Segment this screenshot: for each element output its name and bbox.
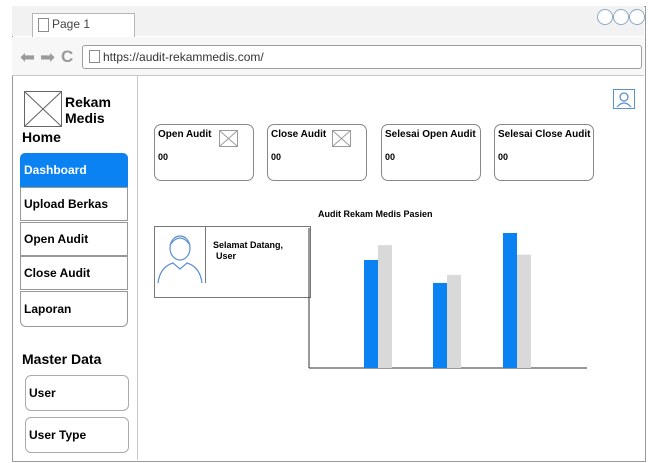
sidebar-item-label: User Type xyxy=(29,428,87,442)
card-close-audit[interactable]: Close Audit 00 xyxy=(267,124,367,181)
bar-series-2-group-1 xyxy=(378,245,392,368)
minimize-window-button[interactable] xyxy=(597,9,613,25)
sidebar-item-close-audit[interactable]: Close Audit xyxy=(20,256,128,290)
welcome-line-2: User xyxy=(216,251,237,261)
card-title: Selesai Close Audit xyxy=(498,129,591,140)
sidebar-item-open-audit[interactable]: Open Audit xyxy=(20,222,128,256)
sidebar-divider xyxy=(137,76,138,460)
bar-chart xyxy=(308,228,587,369)
close-window-button[interactable] xyxy=(629,9,645,25)
card-value: 00 xyxy=(271,152,282,162)
bar-series-2-group-2 xyxy=(447,274,461,368)
sidebar-item-user-type[interactable]: User Type xyxy=(25,417,129,453)
card-value: 00 xyxy=(498,152,509,162)
bar-series-1-group-1 xyxy=(364,260,378,368)
sidebar-item-label: User xyxy=(29,386,56,400)
sidebar-item-label: Dashboard xyxy=(24,163,87,177)
user-avatar-icon xyxy=(157,235,203,284)
card-value: 00 xyxy=(385,152,396,162)
sidebar-item-label: Close Audit xyxy=(24,266,91,280)
home-heading: Home xyxy=(22,129,61,145)
bar-series-1-group-2 xyxy=(433,282,447,368)
sidebar-item-label: Laporan xyxy=(24,302,72,316)
sidebar-item-dashboard[interactable]: Dashboard xyxy=(20,153,128,187)
sidebar-item-label: Upload Berkas xyxy=(24,197,109,211)
image-placeholder-icon xyxy=(219,130,238,147)
sidebar-item-user[interactable]: User xyxy=(25,375,129,411)
welcome-text: Selamat Datang, User xyxy=(213,240,283,262)
page-icon xyxy=(89,50,100,63)
refresh-icon[interactable]: C xyxy=(61,48,73,66)
card-selesai-close-audit[interactable]: Selesai Close Audit 00 xyxy=(494,124,594,181)
card-title: Open Audit xyxy=(158,129,212,140)
card-value: 00 xyxy=(158,152,169,162)
sidebar-item-upload-berkas[interactable]: Upload Berkas xyxy=(20,187,128,221)
avatar xyxy=(155,227,206,284)
welcome-line-1: Selamat Datang, xyxy=(213,240,284,250)
user-profile-icon[interactable] xyxy=(613,89,635,109)
logo-text: Rekam Medis xyxy=(65,94,111,126)
back-arrow-icon[interactable]: ⬅ xyxy=(20,48,35,66)
bar-series-2-group-3 xyxy=(517,254,531,368)
forward-arrow-icon[interactable]: ➡ xyxy=(40,48,55,66)
page-icon xyxy=(38,18,49,32)
card-selesai-open-audit[interactable]: Selesai Open Audit 00 xyxy=(381,124,481,181)
image-placeholder-icon xyxy=(332,130,351,147)
card-open-audit[interactable]: Open Audit 00 xyxy=(154,124,254,181)
tab-title: Page 1 xyxy=(52,17,91,31)
master-data-heading: Master Data xyxy=(22,351,102,367)
chart-title: Audit Rekam Medis Pasien xyxy=(318,209,433,219)
sidebar-item-label: Open Audit xyxy=(24,232,89,246)
url-text: https://audit-rekammedis.com/ xyxy=(103,50,264,64)
card-title: Close Audit xyxy=(271,129,327,140)
sidebar-item-laporan[interactable]: Laporan xyxy=(20,291,128,327)
bar-series-1-group-3 xyxy=(503,233,517,368)
maximize-window-button[interactable] xyxy=(613,9,629,25)
logo-image-icon xyxy=(24,91,62,127)
card-title: Selesai Open Audit xyxy=(385,129,476,140)
